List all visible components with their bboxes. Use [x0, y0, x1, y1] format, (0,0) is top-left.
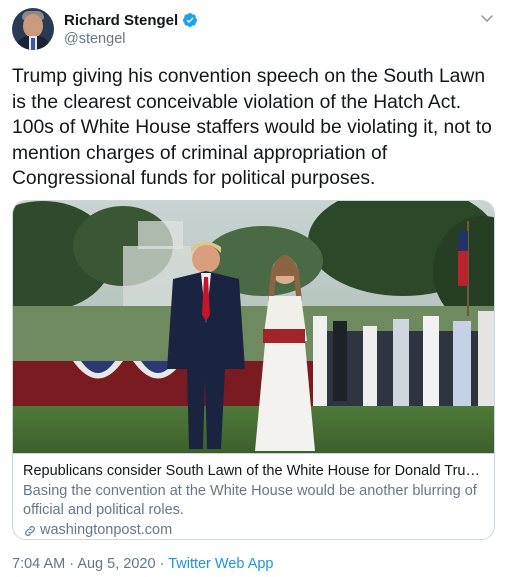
- tweet-meta: 7:04 AM · Aug 5, 2020 · Twitter Web App: [12, 555, 274, 573]
- tweet-text: Trump giving his convention speech on th…: [12, 66, 492, 189]
- source-app-link[interactable]: Twitter Web App: [168, 556, 273, 572]
- meta-separator: ·: [69, 556, 75, 572]
- tweet-header: Richard Stengel @stengel: [12, 8, 495, 50]
- display-name[interactable]: Richard Stengel: [64, 12, 178, 29]
- card-domain-row[interactable]: washingtonpost.com: [23, 521, 484, 539]
- verified-badge-icon: [183, 13, 198, 27]
- card-domain: washingtonpost.com: [40, 522, 173, 538]
- chevron-down-icon[interactable]: [479, 10, 495, 26]
- meta-separator: ·: [159, 556, 165, 572]
- avatar[interactable]: [12, 8, 54, 50]
- card-title[interactable]: Republicans consider South Lawn of the W…: [23, 462, 484, 481]
- card-description: Basing the convention at the White House…: [23, 483, 477, 518]
- link-card[interactable]: Republicans consider South Lawn of the W…: [12, 200, 495, 540]
- card-body[interactable]: Republicans consider South Lawn of the W…: [13, 453, 494, 539]
- tweet-date[interactable]: Aug 5, 2020: [77, 556, 155, 572]
- link-icon: [25, 525, 35, 536]
- author-names[interactable]: Richard Stengel @stengel: [64, 10, 198, 47]
- tweet-time[interactable]: 7:04 AM: [12, 556, 65, 572]
- handle[interactable]: @stengel: [64, 31, 198, 47]
- card-image[interactable]: [13, 201, 494, 453]
